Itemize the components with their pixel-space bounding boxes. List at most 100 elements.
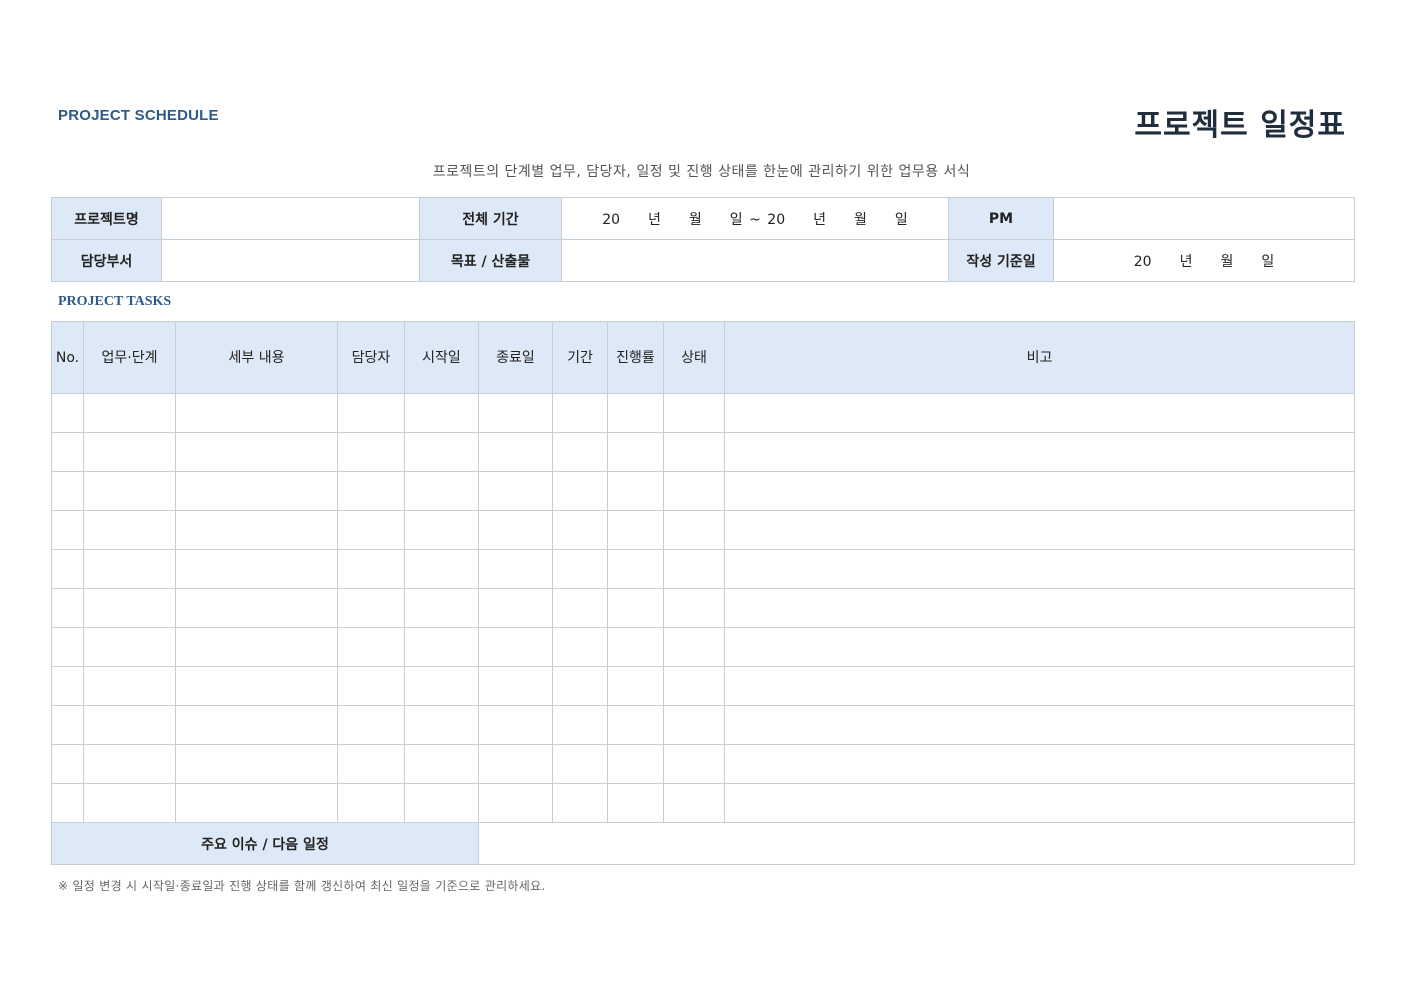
table-cell[interactable] (83, 588, 176, 628)
table-cell[interactable] (552, 666, 608, 706)
table-cell[interactable] (175, 627, 338, 667)
table-cell[interactable] (724, 549, 1355, 589)
table-cell[interactable] (478, 705, 553, 745)
table-cell[interactable] (663, 744, 725, 784)
table-cell[interactable] (51, 471, 84, 511)
table-cell[interactable] (552, 783, 608, 823)
table-cell[interactable] (552, 393, 608, 433)
table-cell[interactable] (552, 432, 608, 472)
table-cell[interactable] (478, 627, 553, 667)
date-field[interactable]: 20 년 월 일 (1053, 239, 1355, 282)
table-cell[interactable] (607, 627, 664, 667)
table-cell[interactable] (51, 393, 84, 433)
table-cell[interactable] (337, 744, 405, 784)
table-cell[interactable] (51, 432, 84, 472)
table-cell[interactable] (404, 627, 479, 667)
table-cell[interactable] (51, 666, 84, 706)
table-cell[interactable] (337, 510, 405, 550)
table-cell[interactable] (607, 705, 664, 745)
table-cell[interactable] (337, 666, 405, 706)
table-cell[interactable] (724, 783, 1355, 823)
table-cell[interactable] (404, 549, 479, 589)
table-cell[interactable] (337, 588, 405, 628)
table-cell[interactable] (663, 627, 725, 667)
goal-field[interactable] (561, 239, 949, 282)
table-cell[interactable] (478, 510, 553, 550)
table-cell[interactable] (607, 783, 664, 823)
table-cell[interactable] (404, 744, 479, 784)
dept-field[interactable] (161, 239, 420, 282)
table-cell[interactable] (552, 705, 608, 745)
table-cell[interactable] (724, 432, 1355, 472)
table-cell[interactable] (724, 510, 1355, 550)
table-cell[interactable] (83, 471, 176, 511)
table-cell[interactable] (478, 666, 553, 706)
table-cell[interactable] (175, 744, 338, 784)
table-cell[interactable] (663, 471, 725, 511)
table-cell[interactable] (175, 432, 338, 472)
table-cell[interactable] (175, 471, 338, 511)
table-cell[interactable] (83, 627, 176, 667)
table-cell[interactable] (175, 510, 338, 550)
table-cell[interactable] (83, 705, 176, 745)
table-cell[interactable] (83, 744, 176, 784)
table-cell[interactable] (663, 510, 725, 550)
table-cell[interactable] (404, 705, 479, 745)
table-cell[interactable] (478, 549, 553, 589)
table-cell[interactable] (607, 432, 664, 472)
table-cell[interactable] (175, 393, 338, 433)
table-cell[interactable] (51, 588, 84, 628)
table-cell[interactable] (404, 666, 479, 706)
table-cell[interactable] (404, 510, 479, 550)
table-cell[interactable] (51, 705, 84, 745)
table-cell[interactable] (51, 783, 84, 823)
table-cell[interactable] (478, 744, 553, 784)
table-cell[interactable] (663, 393, 725, 433)
table-cell[interactable] (607, 588, 664, 628)
table-cell[interactable] (83, 666, 176, 706)
table-cell[interactable] (724, 666, 1355, 706)
table-cell[interactable] (607, 393, 664, 433)
table-cell[interactable] (404, 432, 479, 472)
table-cell[interactable] (552, 744, 608, 784)
table-cell[interactable] (724, 744, 1355, 784)
table-cell[interactable] (607, 744, 664, 784)
table-cell[interactable] (478, 588, 553, 628)
table-cell[interactable] (663, 783, 725, 823)
table-cell[interactable] (175, 549, 338, 589)
table-cell[interactable] (478, 432, 553, 472)
table-cell[interactable] (175, 588, 338, 628)
table-cell[interactable] (175, 666, 338, 706)
table-cell[interactable] (607, 549, 664, 589)
table-cell[interactable] (337, 393, 405, 433)
table-cell[interactable] (663, 549, 725, 589)
table-cell[interactable] (337, 705, 405, 745)
table-cell[interactable] (552, 588, 608, 628)
table-cell[interactable] (607, 510, 664, 550)
table-cell[interactable] (478, 393, 553, 433)
table-cell[interactable] (663, 705, 725, 745)
project-name-field[interactable] (161, 197, 420, 240)
table-cell[interactable] (83, 549, 176, 589)
table-cell[interactable] (337, 549, 405, 589)
table-cell[interactable] (478, 783, 553, 823)
table-cell[interactable] (724, 627, 1355, 667)
table-cell[interactable] (83, 510, 176, 550)
table-cell[interactable] (663, 588, 725, 628)
table-cell[interactable] (337, 432, 405, 472)
table-cell[interactable] (724, 471, 1355, 511)
issues-field[interactable] (478, 822, 1355, 865)
table-cell[interactable] (404, 471, 479, 511)
table-cell[interactable] (404, 393, 479, 433)
table-cell[interactable] (337, 471, 405, 511)
table-cell[interactable] (83, 432, 176, 472)
table-cell[interactable] (337, 627, 405, 667)
table-cell[interactable] (552, 549, 608, 589)
period-field[interactable]: 20 년 월 일 ~ 20 년 월 일 (561, 197, 949, 240)
table-cell[interactable] (552, 627, 608, 667)
table-cell[interactable] (404, 588, 479, 628)
table-cell[interactable] (724, 588, 1355, 628)
table-cell[interactable] (337, 783, 405, 823)
table-cell[interactable] (724, 705, 1355, 745)
table-cell[interactable] (175, 705, 338, 745)
